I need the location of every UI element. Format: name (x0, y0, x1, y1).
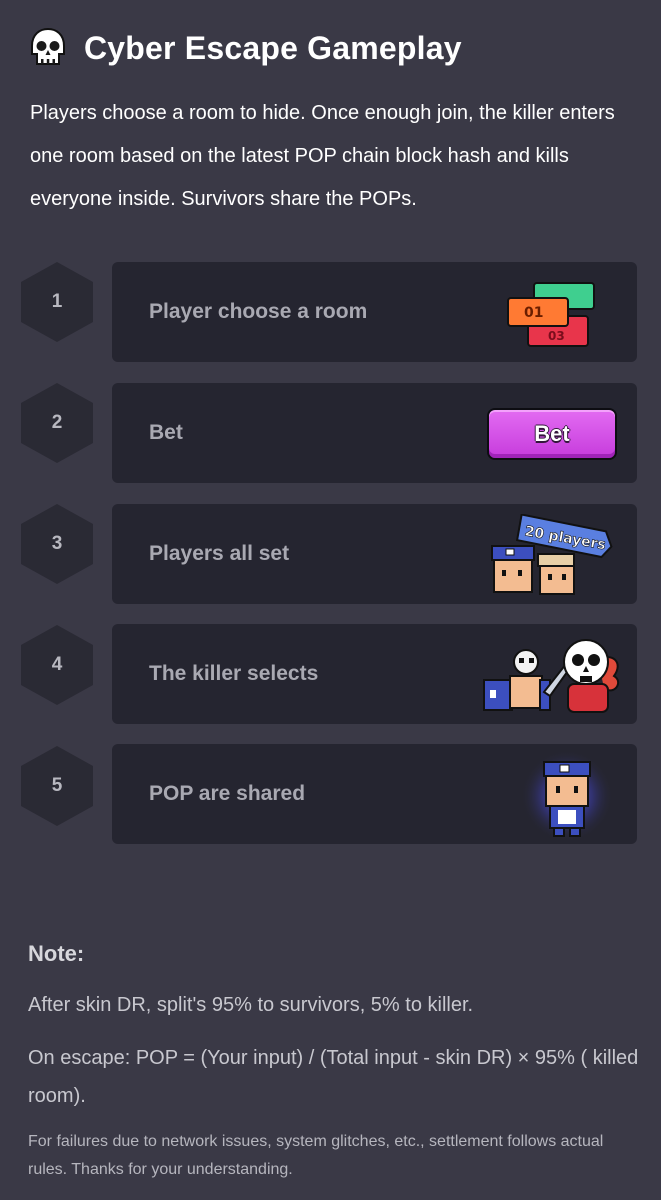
killer-attack-icon (483, 639, 620, 713)
step-number-text: 2 (51, 412, 63, 433)
step-label: POP are shared (149, 782, 306, 805)
step-number-text: 5 (51, 775, 63, 796)
bet-button[interactable]: Bet (487, 408, 617, 460)
step-label: The killer selects (149, 662, 319, 685)
step-label: Bet (149, 421, 183, 444)
skull-icon (31, 27, 65, 65)
step-card-players-set: Players all set 20 players (112, 504, 637, 604)
step-number-1: 1 (21, 262, 93, 342)
room-tickets-icon: 03 01 (507, 282, 595, 347)
step-card-choose-room: Player choose a room 03 01 (112, 262, 637, 362)
intro-text: Players choose a room to hide. Once enou… (30, 102, 615, 210)
survivor-glow-icon (521, 750, 613, 842)
svg-text:01: 01 (524, 305, 543, 321)
step-card-killer-selects: The killer selects (112, 624, 637, 724)
step-number-5: 5 (21, 746, 93, 826)
note-title: Note: (28, 941, 85, 966)
step-number-text: 1 (51, 291, 63, 312)
players-group-icon: 20 players (491, 514, 613, 595)
step-number-text: 3 (51, 533, 63, 554)
step-card-pop-shared: POP are shared (112, 744, 637, 844)
step-number-3: 3 (21, 504, 93, 584)
step-label: Players all set (149, 542, 290, 565)
note-disclaimer: For failures due to network issues, syst… (28, 1133, 604, 1178)
note-split-text: After skin DR, split's 95% to survivors,… (28, 994, 474, 1016)
step-number-4: 4 (21, 625, 93, 705)
header: Cyber Escape Gameplay (26, 26, 462, 70)
step-number-2: 2 (21, 383, 93, 463)
page-title: Cyber Escape Gameplay (84, 29, 462, 66)
svg-text:03: 03 (548, 329, 565, 343)
step-number-text: 4 (51, 654, 63, 675)
note-formula-text: On escape: POP = (Your input) / (Total i… (28, 1047, 639, 1107)
step-label: Player choose a room (149, 300, 368, 323)
step-card-bet: Bet Bet (112, 383, 637, 483)
